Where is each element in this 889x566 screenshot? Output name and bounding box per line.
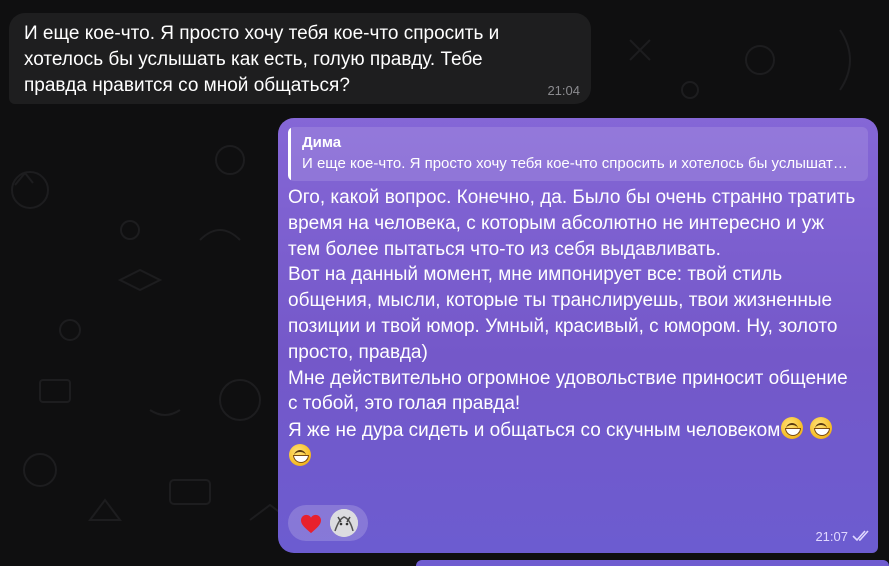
reply-author: Дима bbox=[302, 134, 342, 151]
next-message-edge bbox=[416, 560, 889, 566]
message-paragraph: Ого, какой вопрос. Конечно, да. Было бы … bbox=[288, 187, 856, 260]
message-last-line: Я же не дура сидеть и общаться со скучны… bbox=[288, 420, 781, 442]
incoming-message[interactable]: И еще кое-что. Я просто хочу тебя кое-чт… bbox=[9, 13, 591, 104]
reply-quote-text: И еще кое-что. Я просто хочу тебя кое-чт… bbox=[302, 155, 852, 172]
reactions-bar[interactable] bbox=[288, 505, 368, 541]
message-paragraph-last: Я же не дура сидеть и общаться со скучны… bbox=[288, 417, 856, 471]
reply-quote[interactable]: Дима И еще кое-что. Я просто хочу тебя к… bbox=[288, 127, 868, 181]
grinning-face-icon bbox=[809, 417, 832, 440]
grinning-face-icon bbox=[289, 443, 311, 466]
message-paragraph: Вот на данный момент, мне импонирует все… bbox=[288, 264, 838, 363]
outgoing-message-text: Ого, какой вопрос. Конечно, да. Было бы … bbox=[288, 185, 856, 471]
grinning-face-icon bbox=[781, 417, 804, 440]
double-check-icon bbox=[852, 530, 869, 542]
incoming-message-time: 21:04 bbox=[547, 83, 580, 98]
avatar[interactable] bbox=[330, 509, 358, 537]
outgoing-message[interactable]: Дима И еще кое-что. Я просто хочу тебя к… bbox=[278, 118, 878, 553]
message-paragraph: Мне действительно огромное удовольствие … bbox=[288, 367, 848, 415]
heart-icon[interactable] bbox=[300, 514, 322, 534]
outgoing-message-time: 21:07 bbox=[815, 529, 848, 544]
incoming-message-text: И еще кое-что. Я просто хочу тебя кое-чт… bbox=[24, 23, 500, 96]
